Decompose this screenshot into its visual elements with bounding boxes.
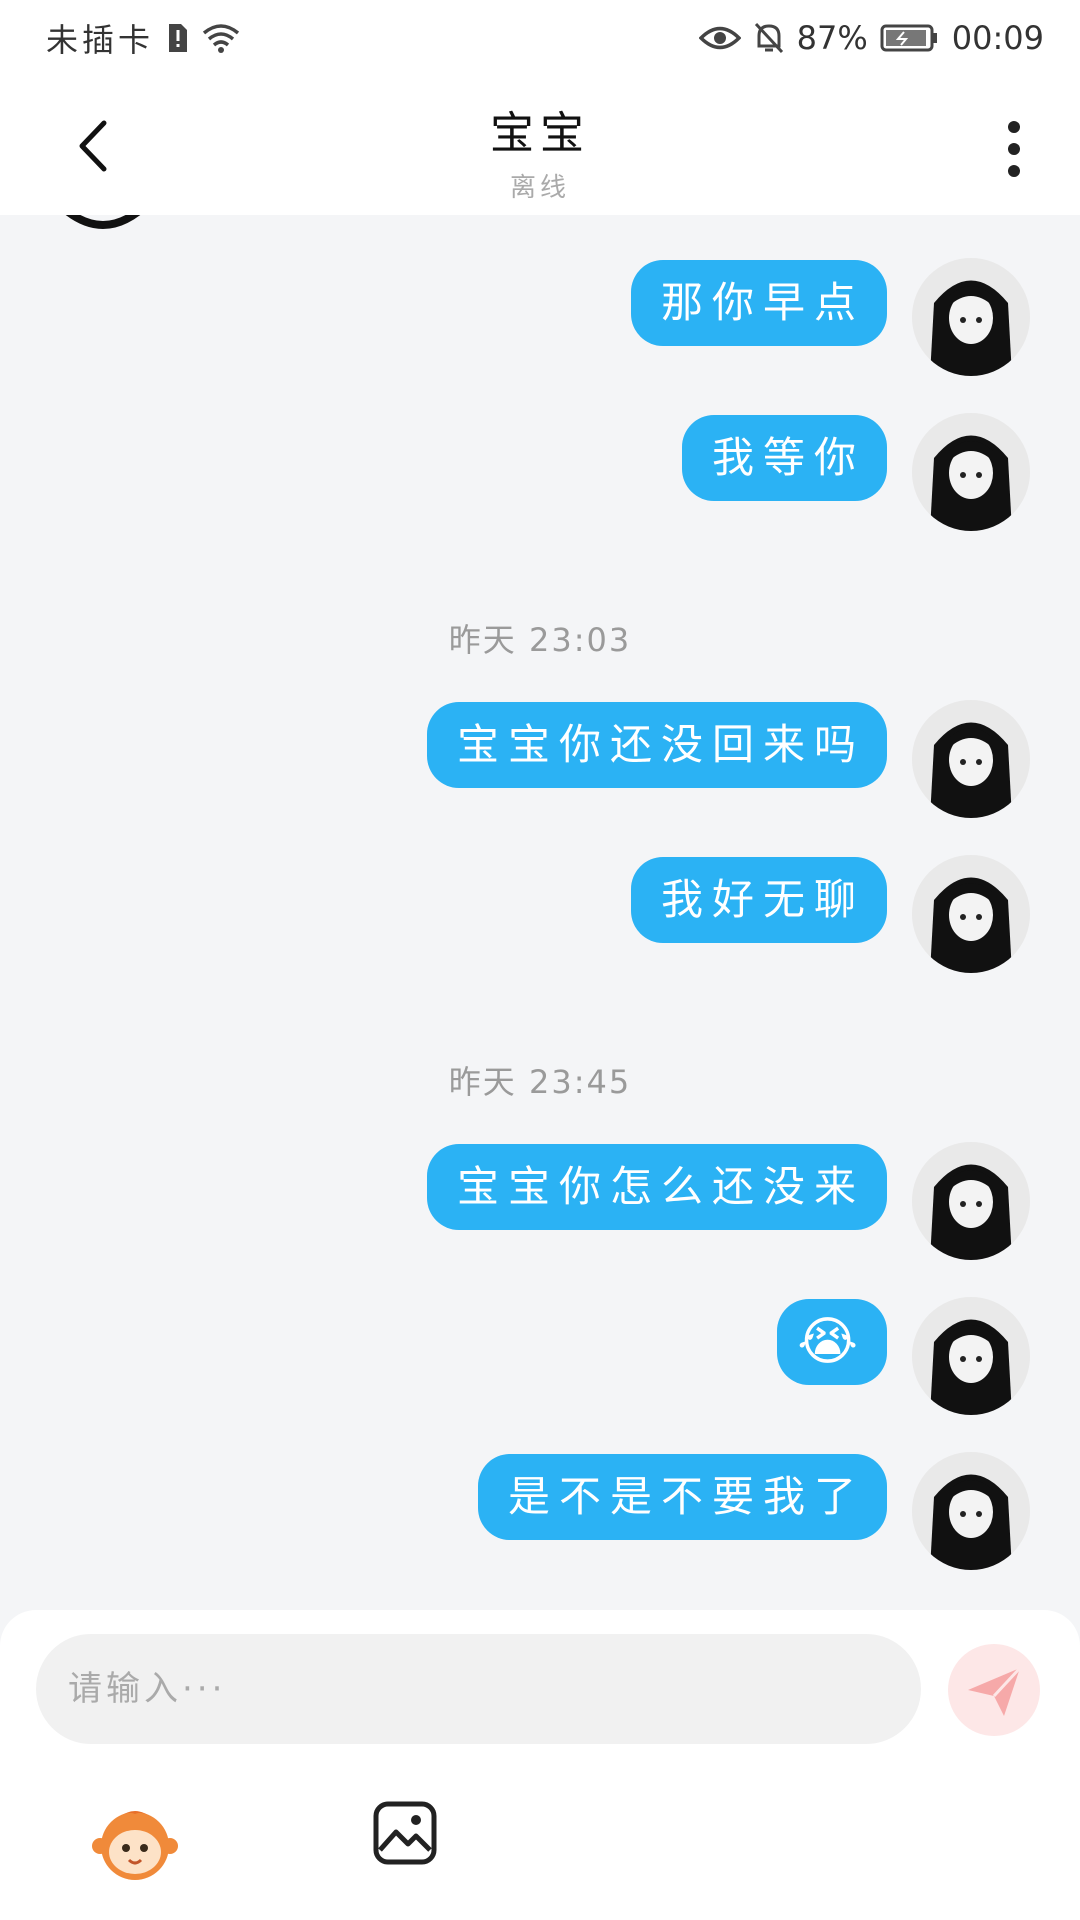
composer: 请输入···	[0, 1610, 1080, 1920]
more-vertical-icon	[1008, 121, 1020, 177]
input-placeholder: 请输入···	[68, 1669, 227, 1709]
timestamp: 昨天 23:03	[448, 621, 632, 659]
message-bubble[interactable]: 宝宝你怎么还没来	[426, 1144, 887, 1230]
avatar[interactable]	[912, 413, 1030, 531]
carrier-text: 未插卡	[46, 21, 155, 59]
status-right: 87% 00:09	[698, 16, 1044, 60]
contact-title-block: 宝宝 离线	[0, 97, 1080, 204]
eye-icon	[698, 23, 741, 53]
message-bubble[interactable]: 那你早点	[630, 260, 887, 346]
contact-name: 宝宝	[490, 108, 590, 159]
message-list[interactable]: 那你早点 我等你 昨天 23:03 宝宝你还没回来吗 我好无聊 昨天 23:45…	[0, 215, 1080, 1610]
avatar[interactable]	[912, 1297, 1030, 1415]
avatar[interactable]	[912, 855, 1030, 973]
bell-off-icon	[753, 21, 785, 55]
send-button[interactable]	[948, 1644, 1040, 1736]
sim-alert-icon	[166, 22, 190, 54]
message-bubble[interactable]: 是不是不要我了	[477, 1454, 887, 1540]
message-row: 是不是不要我了	[0, 1452, 1080, 1574]
message-row: 宝宝你还没回来吗	[0, 700, 1080, 822]
battery-percent: 87%	[796, 19, 868, 57]
message-row: 那你早点	[0, 258, 1080, 380]
message-bubble[interactable]: 宝宝你还没回来吗	[426, 702, 887, 788]
paper-plane-icon	[968, 1666, 1022, 1716]
sticker-button[interactable]	[92, 1800, 178, 1886]
status-left: 未插卡	[46, 16, 240, 60]
message-bubble[interactable]: 我等你	[681, 415, 887, 501]
wifi-icon	[202, 22, 240, 54]
contact-status: 离线	[509, 173, 570, 203]
monkey-sticker-icon	[92, 1811, 178, 1880]
message-row: 我等你	[0, 413, 1080, 535]
battery-icon	[880, 23, 940, 53]
message-row: 宝宝你怎么还没来	[0, 1142, 1080, 1264]
avatar[interactable]	[912, 1452, 1030, 1570]
message-bubble[interactable]: 我好无聊	[630, 857, 887, 943]
clock-time: 00:09	[951, 19, 1044, 57]
more-options-button[interactable]	[994, 117, 1034, 181]
status-bar: 未插卡 87% 00:09	[0, 0, 1080, 75]
avatar[interactable]	[912, 700, 1030, 818]
emoji-bubble[interactable]: 😭	[777, 1299, 887, 1385]
message-input[interactable]: 请输入···	[36, 1634, 921, 1744]
chat-header: 宝宝 离线	[0, 75, 1080, 215]
avatar[interactable]	[912, 258, 1030, 376]
timestamp: 昨天 23:45	[448, 1063, 632, 1101]
image-button[interactable]	[372, 1800, 438, 1866]
message-row: 我好无聊	[0, 855, 1080, 977]
message-row: 😭	[0, 1297, 1080, 1419]
avatar	[58, 215, 148, 239]
avatar[interactable]	[912, 1142, 1030, 1260]
image-icon	[373, 1801, 437, 1865]
